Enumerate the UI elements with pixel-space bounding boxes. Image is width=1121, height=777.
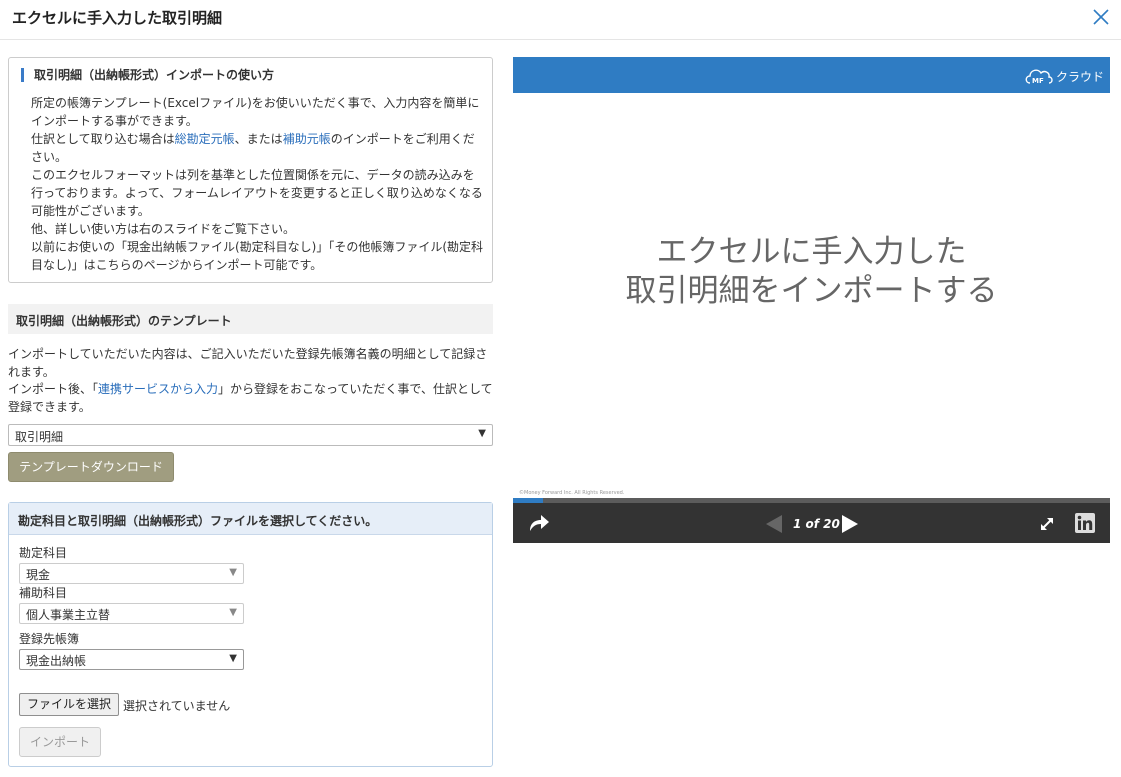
book-label: 登録先帳簿 (19, 632, 80, 646)
file-select-panel: 勘定科目と取引明細（出納帳形式）ファイルを選択してください。 勘定科目 現金 ▼… (8, 502, 493, 767)
dropdown-arrow-icon: ▼ (229, 607, 237, 618)
guide-line: 以前にお使いの「現金出納帳ファイル(勘定科目なし)」「その他帳簿ファイル(勘定科… (31, 240, 484, 272)
slide-title-line: エクセルに手入力した (656, 234, 967, 270)
template-select-value: 取引明細 (15, 430, 64, 444)
template-text: インポート後、「 (8, 382, 99, 396)
import-guide-title: 取引明細（出納帳形式）インポートの使い方 (21, 68, 274, 82)
dropdown-arrow-icon: ▼ (229, 567, 237, 578)
guide-line: 所定の帳簿テンプレート(Excelファイル)をお使いいただく事で、入力内容を簡単… (31, 96, 480, 128)
guide-line: このエクセルフォーマットは列を基準とした位置関係を元に、データの読み込みを行って… (31, 168, 483, 218)
file-panel-title: 勘定科目と取引明細（出納帳形式）ファイルを選択してください。 (18, 514, 378, 528)
close-icon[interactable] (1091, 6, 1111, 28)
slide-page-indicator: 1 of 20 (793, 517, 840, 531)
linked-services-link[interactable]: 連携サービスから入力 (98, 382, 218, 396)
guide-line: 他、詳しい使い方は右のスライドをご覧下さい。 (31, 222, 296, 236)
account-select[interactable]: 現金 ▼ (19, 563, 244, 584)
template-text-line: インポートしていただいた内容は、ご記入いただいた登録先帳簿名義の明細として記録さ… (8, 347, 488, 379)
account-select-value: 現金 (26, 568, 51, 582)
slide-copyright: ©Money Forward Inc. All Rights Reserved. (519, 490, 625, 496)
guide-text: 仕訳として取り込む場合は (31, 132, 175, 146)
general-ledger-link[interactable]: 総勘定元帳 (175, 132, 235, 146)
slide-viewer[interactable]: MF クラウド エクセルに手入力した 取引明細をインポートする ©Money F… (513, 57, 1110, 543)
import-guide-box: 取引明細（出納帳形式）インポートの使い方 所定の帳簿テンプレート(Excelファ… (8, 57, 493, 283)
sub-ledger-link[interactable]: 補助元帳 (283, 132, 331, 146)
import-button[interactable]: インポート (19, 727, 101, 757)
template-section-heading: 取引明細（出納帳形式）のテンプレート (8, 304, 493, 334)
dropdown-arrow-icon: ▼ (229, 653, 237, 664)
sub-account-label: 補助科目 (19, 586, 68, 600)
chevron-right-icon[interactable] (840, 514, 860, 538)
account-label: 勘定科目 (19, 546, 68, 560)
slide-brand: MF クラウド (1024, 66, 1104, 86)
choose-file-button[interactable]: ファイルを選択 (19, 693, 119, 716)
template-section-text: インポートしていただいた内容は、ご記入いただいた登録先帳簿名義の明細として記録さ… (8, 346, 493, 416)
guide-text: 、または (234, 132, 283, 146)
import-guide-text: 所定の帳簿テンプレート(Excelファイル)をお使いいただく事で、入力内容を簡単… (31, 94, 486, 274)
expand-icon[interactable] (1040, 516, 1054, 535)
slide-controls: 1 of 20 (513, 503, 1110, 543)
template-select[interactable]: 取引明細 ▼ (8, 424, 493, 446)
template-text-line: インポート後、「連携サービスから入力」から登録をおこなっていただく事で、仕訳とし… (8, 381, 493, 416)
share-icon[interactable] (527, 512, 551, 538)
cloud-logo-icon: MF (1025, 69, 1053, 85)
slide-title-line: 取引明細をインポートする (625, 273, 998, 309)
sub-account-select-value: 個人事業主立替 (26, 608, 111, 622)
template-section-title: 取引明細（出納帳形式）のテンプレート (16, 314, 232, 328)
guide-line: 仕訳として取り込む場合は総勘定元帳、または補助元帳のインポートをご利用ください。 (31, 130, 486, 166)
slide-header-bar: MF クラウド (513, 57, 1110, 93)
slide-brand-text: クラウド (1055, 69, 1104, 84)
slide-title: エクセルに手入力した 取引明細をインポートする (513, 233, 1110, 311)
sub-account-select[interactable]: 個人事業主立替 ▼ (19, 603, 244, 624)
linkedin-icon[interactable] (1075, 513, 1095, 537)
file-panel-header: 勘定科目と取引明細（出納帳形式）ファイルを選択してください。 (9, 503, 492, 535)
dropdown-arrow-icon: ▼ (478, 428, 486, 439)
modal-header: エクセルに手入力した取引明細 (0, 0, 1121, 40)
cloud-logo-text: MF (1032, 77, 1044, 85)
chevron-left-icon[interactable] (764, 514, 784, 538)
book-select[interactable]: 現金出納帳 ▼ (19, 649, 244, 670)
book-select-value: 現金出納帳 (26, 654, 87, 668)
file-status-text: 選択されていません (123, 699, 231, 713)
modal-title: エクセルに手入力した取引明細 (12, 9, 223, 27)
template-download-button[interactable]: テンプレートダウンロード (8, 452, 174, 482)
